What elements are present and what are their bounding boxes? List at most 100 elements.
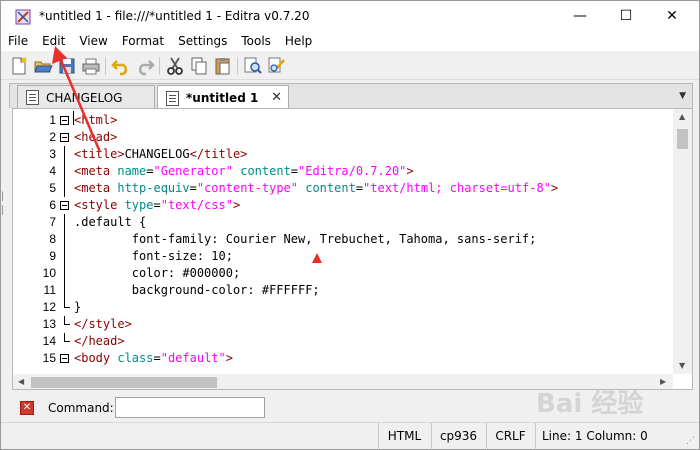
title-bar[interactable]: *untitled 1 - file:///*untitled 1 - Edit… [1,1,699,31]
line-number: 13 [42,317,56,331]
code-token: "default" [160,351,226,365]
line-number: 15 [42,351,56,365]
status-bar: HTML cp936 CRLF Line: 1 Column: 0 ⋰ [1,422,699,450]
find-icon[interactable] [243,56,263,76]
fold-toggle-icon[interactable] [60,116,69,125]
menu-format[interactable]: Format [115,31,171,51]
code-token: } [74,300,82,314]
fold-end-marker [64,299,70,308]
line-number: 5 [49,181,56,195]
code-token: <body [74,351,118,365]
cut-icon[interactable] [165,56,185,76]
fold-toggle-icon[interactable] [60,133,69,142]
code-token: http-equiv [117,181,190,195]
maximize-button[interactable]: ☐ [603,1,649,31]
code-token: font-family: Courier New, Trebuchet, Tah… [74,232,537,246]
tab-menu-icon[interactable]: ▼ [679,91,686,101]
new-file-icon[interactable] [9,56,29,76]
menu-edit[interactable]: Edit [35,31,72,51]
menu-settings[interactable]: Settings [171,31,234,51]
editra-app-icon [15,9,31,25]
fold-toggle-icon[interactable] [60,354,69,363]
fold-guide [64,163,65,180]
tab-label: CHANGELOG [46,90,123,105]
scroll-left-icon[interactable]: ◀ [18,377,24,386]
status-language: HTML [378,423,430,450]
code-token: background-color: #FFFFFF; [74,283,320,297]
code-line: 5 <meta http-equiv="content-type" content… [13,180,673,197]
tab-bar: CHANGELOG *untitled 1 ✕ ▼ [9,83,693,110]
code-token: CHANGELOG [124,147,190,161]
line-number: 3 [49,147,56,161]
code-token: </title> [189,147,248,161]
status-eol: CRLF [486,423,534,450]
line-number: 10 [42,266,56,280]
code-token: "content-type" [196,181,298,195]
code-line: 13 </style> [13,316,673,333]
tab-changelog[interactable]: CHANGELOG [17,85,155,109]
fold-guide [64,231,65,248]
code-token: content [240,164,291,178]
close-command-bar-icon[interactable]: ✕ [20,401,34,415]
vertical-scrollbar[interactable]: ▲ ▼ [673,109,692,374]
code-token: > [550,181,559,195]
code-token: color: #000000; [74,266,241,280]
fold-guide [64,146,65,163]
save-file-icon[interactable] [57,56,77,76]
code-line: 7 .default { [13,214,673,231]
print-icon[interactable] [81,56,101,76]
code-token: = [189,181,197,195]
resize-grip-icon[interactable]: ⋰ [686,436,695,446]
paste-icon[interactable] [213,56,233,76]
menu-help[interactable]: Help [278,31,319,51]
code-line: 3 <title>CHANGELOG</title> [13,146,673,163]
tab-untitled-1[interactable]: *untitled 1 ✕ [157,85,289,110]
left-edge-fragment: │ │ [0,192,5,215]
open-file-icon[interactable] [33,56,53,76]
code-token: class [117,351,154,365]
code-text: font-size: 10; [74,248,233,265]
scroll-down-icon[interactable]: ▼ [679,361,685,370]
code-line: 10 color: #000000; [13,265,673,282]
vertical-scroll-thumb[interactable] [677,129,688,149]
fold-guide [64,214,65,231]
code-text: background-color: #FFFFFF; [74,282,320,299]
undo-icon[interactable] [111,56,131,76]
code-token: = [153,351,161,365]
horizontal-scroll-thumb[interactable] [31,377,217,388]
scroll-right-icon[interactable]: ▶ [660,377,666,386]
menu-tools[interactable]: Tools [234,31,278,51]
minimize-button[interactable]: — [557,1,603,31]
code-editor[interactable]: 1 <html> 2 <head> 3 <title>CHANGELOG</title> 4… [12,108,693,390]
toolbar-separator [159,57,160,75]
code-text: font-family: Courier New, Trebuchet, Tah… [74,231,537,248]
code-token: "Generator" [153,164,233,178]
code-token: content [305,181,356,195]
tab-close-icon[interactable]: ✕ [271,90,282,105]
window-title: *untitled 1 - file:///*untitled 1 - Edit… [39,9,310,23]
redo-icon[interactable] [135,56,155,76]
fold-guide [64,248,65,265]
line-number: 11 [43,283,56,297]
menu-file[interactable]: File [1,31,35,51]
line-number: 14 [42,334,56,348]
document-icon [26,90,39,105]
code-line: 14 </head> [13,333,673,350]
code-text: .default { [74,214,146,231]
fold-end-marker [64,333,70,342]
code-token: </style> [74,317,132,331]
copy-icon[interactable] [189,56,209,76]
find-replace-icon[interactable] [267,56,287,76]
command-input[interactable] [115,397,265,418]
code-token: = [355,181,364,195]
code-token: .default { [74,215,147,229]
line-number: 1 [49,113,56,127]
toolbar-separator [237,57,238,75]
menu-view[interactable]: View [72,31,114,51]
fold-toggle-icon[interactable] [60,201,69,210]
code-token: <style [74,198,125,212]
scroll-up-icon[interactable]: ▲ [679,112,685,121]
code-text: <meta http-equiv="content-type" content=… [74,180,558,197]
close-button[interactable]: ✕ [649,1,695,31]
code-line: 6 <style type="text/css"> [13,197,673,214]
